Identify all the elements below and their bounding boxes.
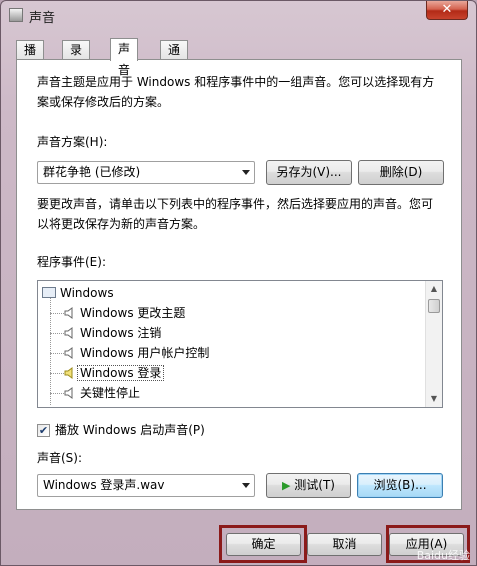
tree-branch bbox=[50, 373, 64, 374]
tree-branch bbox=[50, 393, 64, 394]
list-item[interactable]: Windows 用户帐户控制 bbox=[64, 343, 209, 363]
chevron-down-icon bbox=[242, 483, 250, 488]
speaker-active-icon bbox=[64, 367, 73, 379]
speaker-app-icon bbox=[9, 8, 23, 22]
list-item[interactable]: Windows 注销 bbox=[64, 323, 161, 343]
sound-scheme-label: 声音方案(H): bbox=[37, 135, 108, 149]
list-item-label: Windows 用户帐户控制 bbox=[80, 346, 210, 360]
tab-communications[interactable]: 通信 bbox=[160, 40, 189, 75]
speaker-icon bbox=[64, 307, 73, 319]
intro-text-line-1: 声音主题是应用于 Windows 和程序事件中的一组声音。您可以选择现有方 bbox=[37, 75, 435, 89]
test-button-label: 测试(T) bbox=[294, 478, 335, 492]
sounds-tab-panel: 声音主题是应用于 Windows 和程序事件中的一组声音。您可以选择现有方 案或… bbox=[16, 59, 462, 510]
speaker-icon bbox=[64, 387, 73, 399]
tab-recording[interactable]: 录制 bbox=[62, 40, 91, 75]
browse-button[interactable]: 浏览(B)... bbox=[357, 473, 443, 498]
close-button[interactable]: ✕ bbox=[426, 1, 468, 20]
sound-dialog-window: 声音 ✕ 播放 录制 声音 通信 声音主题是应用于 Windows 和程序事件中… bbox=[0, 0, 477, 566]
list-item-selected[interactable]: Windows 登录 bbox=[64, 363, 165, 383]
tab-playback[interactable]: 播放 bbox=[16, 40, 45, 75]
tree-line bbox=[50, 295, 51, 405]
list-item-label: Windows 更改主题 bbox=[80, 306, 186, 320]
startup-sound-label: 播放 Windows 启动声音(P) bbox=[55, 423, 205, 437]
speaker-icon bbox=[64, 327, 73, 339]
instructions-line-2: 以将更改保存为新的声音方案。 bbox=[37, 217, 206, 231]
chevron-down-icon bbox=[242, 170, 250, 175]
program-events-list[interactable]: Windows Windows 更改主题 Windows 注销 Windows … bbox=[37, 280, 443, 408]
list-item[interactable]: 关键性停止 bbox=[64, 383, 140, 403]
events-scrollbar[interactable]: ▲ ▼ bbox=[425, 281, 442, 407]
tab-sounds[interactable]: 声音 bbox=[110, 38, 139, 77]
intro-text-line-2: 案或保存修改后的方案。 bbox=[37, 95, 170, 109]
save-as-button[interactable]: 另存为(V)... bbox=[266, 160, 352, 185]
instructions-line-1: 要更改声音，请单击以下列表中的程序事件，然后选择要应用的声音。您可 bbox=[37, 197, 434, 211]
speaker-icon bbox=[64, 347, 73, 359]
scroll-thumb[interactable] bbox=[428, 299, 440, 313]
tree-branch bbox=[50, 313, 64, 314]
program-events-label: 程序事件(E): bbox=[37, 255, 106, 269]
delete-button[interactable]: 删除(D) bbox=[358, 160, 444, 185]
list-item-label: Windows 登录 bbox=[76, 365, 165, 381]
tree-branch bbox=[50, 353, 64, 354]
test-button[interactable]: ▶ 测试(T) bbox=[266, 473, 351, 498]
title-bar[interactable]: 声音 ✕ bbox=[1, 1, 476, 29]
window-title: 声音 bbox=[29, 11, 56, 26]
play-icon: ▶ bbox=[282, 479, 291, 492]
scroll-up-icon[interactable]: ▲ bbox=[426, 281, 442, 297]
ok-button[interactable]: 确定 bbox=[226, 533, 301, 556]
tree-branch bbox=[50, 333, 64, 334]
tree-root-windows[interactable]: Windows bbox=[42, 283, 114, 303]
cancel-button[interactable]: 取消 bbox=[307, 533, 382, 556]
startup-sound-checkbox[interactable]: ✔ bbox=[37, 424, 50, 437]
sound-scheme-select[interactable]: 群花争艳 (已修改) bbox=[37, 161, 255, 184]
tree-root-label: Windows bbox=[60, 286, 114, 300]
sound-file-select[interactable]: Windows 登录声.wav bbox=[37, 474, 255, 497]
sound-scheme-value: 群花争艳 (已修改) bbox=[43, 165, 141, 179]
list-item[interactable]: Windows 更改主题 bbox=[64, 303, 185, 323]
window-icon bbox=[42, 287, 56, 298]
watermark: Baidu经验 bbox=[416, 549, 470, 562]
list-item-label: Windows 注销 bbox=[80, 326, 162, 340]
sound-file-value: Windows 登录声.wav bbox=[43, 478, 165, 492]
scroll-down-icon[interactable]: ▼ bbox=[426, 391, 442, 407]
sound-label: 声音(S): bbox=[37, 451, 83, 465]
list-item-label: 关键性停止 bbox=[80, 386, 141, 400]
